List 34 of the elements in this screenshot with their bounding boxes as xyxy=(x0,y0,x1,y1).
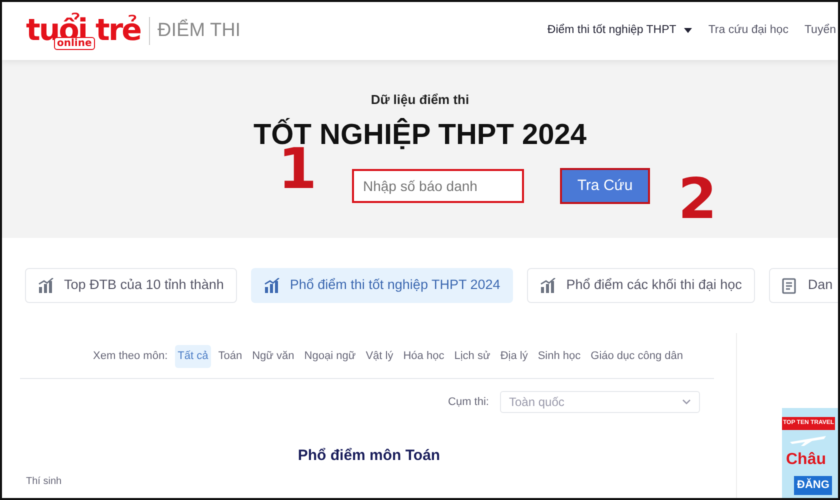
chevron-icon xyxy=(682,398,691,405)
hero-subtitle: Dữ liệu điểm thi xyxy=(370,91,470,109)
bar-chart-icon xyxy=(264,278,280,293)
search-field[interactable]: Nhập số báo danh xyxy=(352,169,524,204)
annotation-number: 2 xyxy=(678,172,717,228)
tab[interactable]: Phổ điểm thi tốt nghiệp THPT 2024 xyxy=(250,268,514,303)
bar-chart-icon xyxy=(540,278,556,293)
nav-link[interactable]: Điểm thi tốt nghiệp THPT xyxy=(547,22,692,40)
ad-headline: Châu xyxy=(785,450,826,470)
ad-cta: ĐĂNG xyxy=(794,476,832,494)
subject-filter[interactable]: Ngữ văn xyxy=(249,345,298,368)
tab[interactable]: Top ĐTB của 10 tỉnh thành xyxy=(25,268,237,303)
search-button[interactable]: Tra Cứu xyxy=(560,168,650,204)
clipboard-icon xyxy=(782,277,798,294)
bar-chart-icon xyxy=(38,278,54,293)
section-title: ĐIỂM THI xyxy=(148,16,241,46)
airplane-icon xyxy=(790,436,826,446)
subject-filter[interactable]: Tất cả xyxy=(174,345,212,368)
nav-link[interactable]: Tuyển xyxy=(804,22,836,40)
filter-label: Xem theo môn: xyxy=(92,349,169,364)
subject-filter[interactable]: Ngoại ngữ xyxy=(301,345,359,368)
chart-title: Phổ điểm môn Toán xyxy=(296,446,442,466)
subject-filter[interactable]: Hóa học xyxy=(400,345,448,368)
subject-filter[interactable]: Vật lý xyxy=(362,345,396,368)
subject-filter[interactable]: Toán xyxy=(215,345,246,368)
cluster-label: Cụm thi: xyxy=(447,394,490,410)
subject-filter[interactable]: Sinh học xyxy=(534,345,584,368)
subject-filter[interactable]: Lịch sử xyxy=(451,345,494,368)
subject-filter[interactable]: Địa lý xyxy=(497,345,531,368)
tab[interactable]: Phổ điểm các khối thi đại học xyxy=(527,268,755,303)
nav-link[interactable]: Tra cứu đại học xyxy=(708,22,788,40)
tab[interactable]: Dan xyxy=(768,268,838,303)
axis-label: Thí sinh xyxy=(26,474,62,488)
subject-filter[interactable]: Giáo dục công dân xyxy=(588,345,686,368)
